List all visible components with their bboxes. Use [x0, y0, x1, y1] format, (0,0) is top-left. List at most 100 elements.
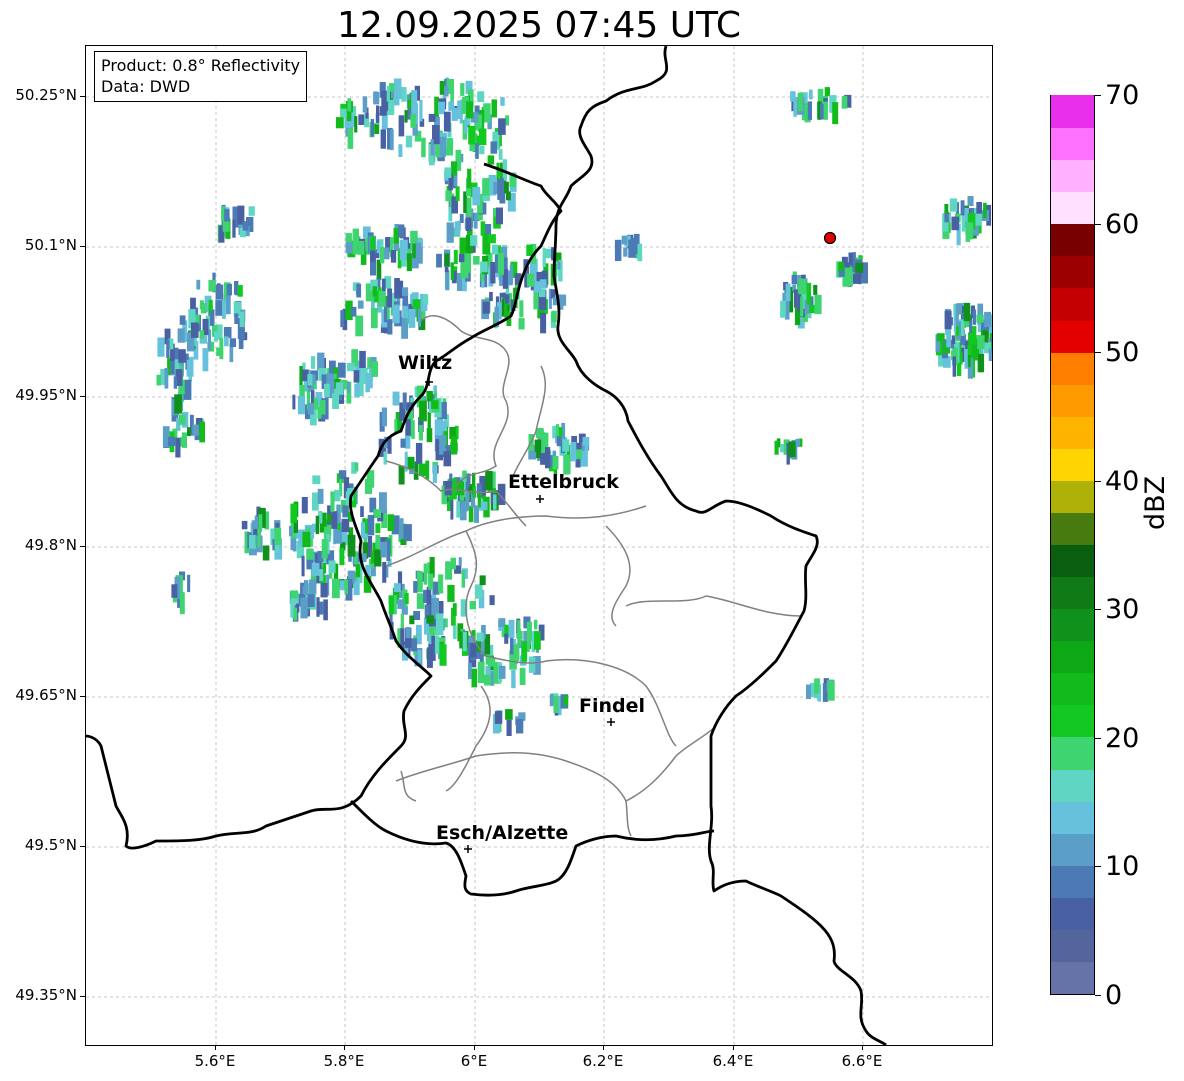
radar-echo-cell — [539, 279, 547, 289]
lat-tick — [80, 246, 85, 247]
radar-echo-cell — [944, 310, 952, 330]
radar-echo-cell — [381, 407, 387, 427]
radar-echo-cell — [360, 506, 364, 517]
radar-echo-cell — [476, 632, 484, 642]
city-label: Ettelbruck — [508, 471, 619, 493]
radar-echo-cell — [479, 575, 486, 586]
radar-echo-cell — [498, 618, 506, 627]
radar-echo-cell — [444, 167, 452, 178]
radar-echo-cell — [471, 668, 478, 688]
radar-echo-cell — [479, 128, 487, 146]
radar-echo-cell — [526, 621, 532, 642]
radar-echo-cell — [226, 294, 231, 315]
radar-echo-cell — [375, 534, 381, 549]
radar-echo-cell — [178, 414, 186, 425]
radar-echo-cell — [473, 256, 480, 265]
radar-echo-cell — [164, 368, 169, 389]
radar-echo-cell — [481, 501, 488, 511]
radar-echo-cell — [330, 381, 335, 394]
radar-echo-cell — [452, 603, 457, 616]
radar-echo-cell — [450, 499, 454, 520]
radar-echo-cell — [419, 400, 427, 422]
city-wiltz[interactable]: Wiltz — [398, 352, 452, 386]
lon-tick — [862, 1045, 863, 1050]
radar-echo-cell — [457, 100, 462, 119]
radar-echo-cell — [216, 347, 222, 356]
radar-echo-cell — [809, 89, 813, 100]
radar-echo-cell — [328, 560, 336, 574]
radar-map[interactable]: Wiltz Ettelbruck Findel Esch/Alzette — [85, 45, 993, 1046]
radar-echo-cell — [497, 252, 504, 275]
colorbar-segment — [1051, 127, 1094, 161]
radar-echo-cell — [416, 571, 423, 593]
radar-echo-cell — [346, 111, 352, 122]
radar-echo-cell — [199, 421, 205, 443]
colorbar-segment — [1051, 672, 1094, 706]
radar-echo-cell — [224, 209, 230, 222]
radar-echo-cell — [534, 439, 542, 452]
radar-echo-cell — [355, 564, 361, 578]
radar-echo-cell — [234, 313, 239, 324]
lon-tick — [344, 1045, 345, 1050]
radar-echo-cell — [791, 274, 798, 285]
radar-echo-cell — [413, 581, 418, 593]
radar-echo-cell — [472, 189, 481, 201]
colorbar-tick — [1095, 481, 1101, 482]
radar-echo-cell — [442, 421, 448, 432]
radar-echo-cell — [976, 314, 984, 323]
radar-echo-cell — [467, 168, 472, 189]
radar-echo-cell — [807, 101, 812, 120]
radar-echo-cell — [324, 383, 330, 397]
lat-tick-label: 50.25°N — [15, 86, 77, 104]
radar-echo-cell — [404, 110, 408, 123]
radar-echo-cell — [490, 141, 498, 154]
radar-echo-cell — [332, 578, 340, 599]
city-findel[interactable]: Findel — [579, 695, 645, 726]
city-marker-icon — [464, 845, 472, 853]
page-title: 12.09.2025 07:45 UTC — [336, 5, 742, 46]
radar-echo-cell — [311, 356, 316, 369]
radar-echo-cell — [187, 427, 191, 437]
colorbar-tick-label: 10 — [1105, 851, 1140, 882]
radar-echo-cell — [425, 460, 430, 480]
radar-echo-cell — [505, 294, 510, 304]
radar-echo-cell — [383, 451, 387, 465]
colorbar-segment — [1051, 223, 1094, 257]
radar-echo-cell — [800, 296, 804, 317]
radar-echo-cell — [372, 286, 377, 297]
city-esch-alzette[interactable]: Esch/Alzette — [436, 822, 568, 853]
radar-echo-cell — [402, 392, 407, 410]
colorbar-segment — [1051, 287, 1094, 321]
radar-site-marker[interactable] — [823, 231, 837, 245]
city-ettelbruck[interactable]: Ettelbruck — [508, 471, 619, 503]
lon-tick-label: 6.2°E — [582, 1052, 624, 1070]
radar-echo-cell — [483, 103, 491, 123]
radar-echo-cell — [456, 501, 461, 518]
colorbar-segment — [1051, 416, 1094, 449]
radar-echo-cell — [353, 370, 360, 383]
radar-echo-cell — [637, 243, 643, 262]
radar-echo-cell — [173, 376, 178, 389]
colorbar-tick — [1095, 224, 1101, 225]
radar-echo-cell — [393, 595, 397, 615]
radar-echo-cell — [474, 505, 479, 523]
radar-echo-cell — [465, 217, 472, 231]
radar-echo-cell — [438, 574, 444, 594]
radar-echo-cell — [310, 525, 315, 539]
radar-echo-cell — [428, 113, 436, 122]
radar-echo-cell — [453, 250, 458, 265]
radar-echo-cell — [307, 403, 315, 415]
radar-echo-cell — [793, 289, 798, 308]
radar-echo-cell — [412, 243, 416, 259]
radar-echo-cell — [179, 315, 186, 325]
radar-echo-cell — [179, 592, 185, 615]
radar-echo-cell — [378, 291, 386, 307]
radar-echo-cell — [582, 437, 590, 446]
radar-echo-cell — [512, 644, 520, 661]
lon-tick — [474, 1045, 475, 1050]
lat-tick-label: 49.5°N — [24, 836, 77, 854]
radar-echo-cell — [806, 684, 811, 699]
radar-echo-cell — [493, 494, 497, 510]
radar-echo-cell — [584, 444, 588, 467]
radar-echo-cell — [496, 207, 503, 225]
